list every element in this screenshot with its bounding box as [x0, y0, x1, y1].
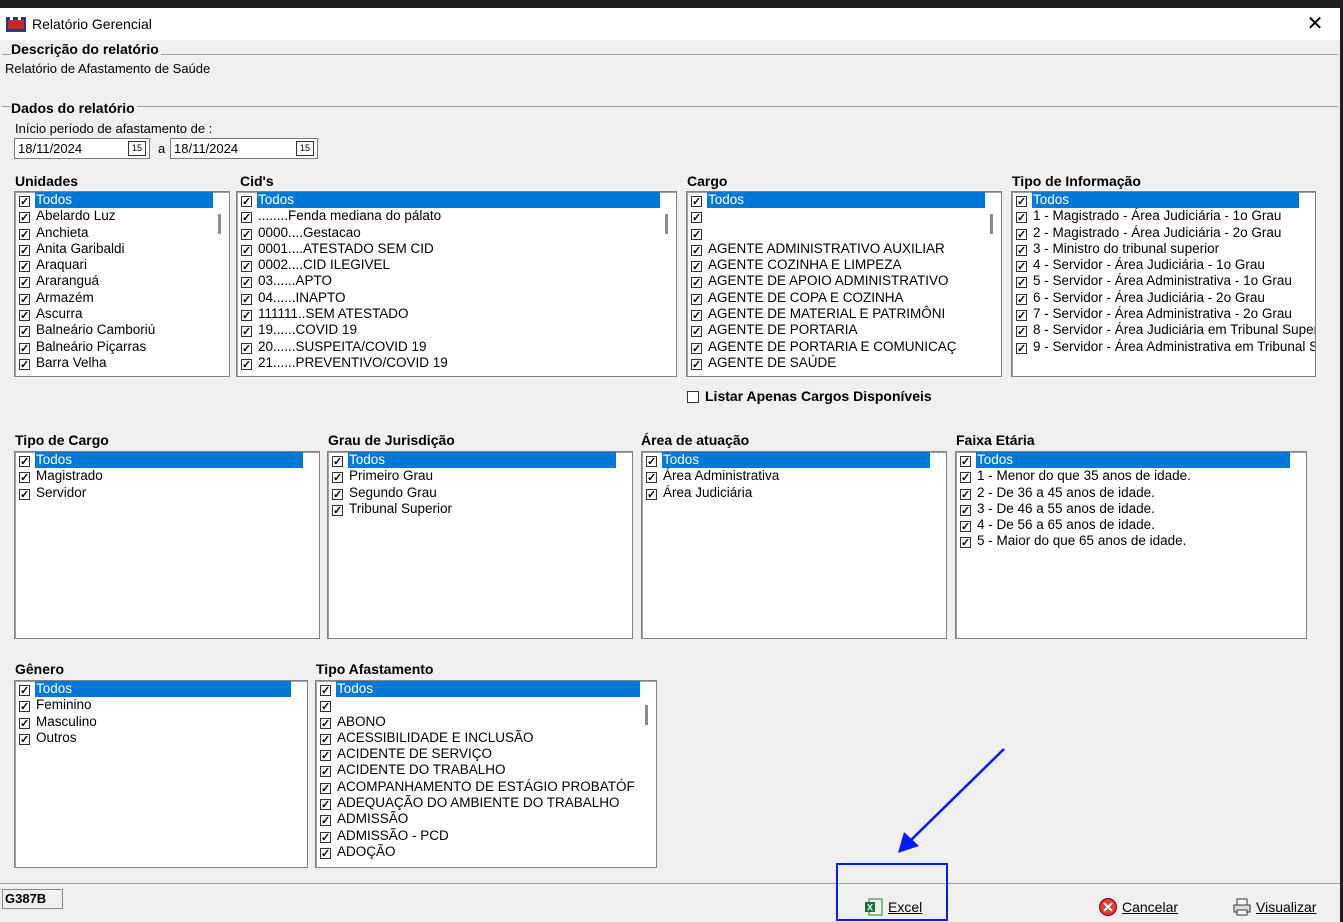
- annotation-arrow: [898, 748, 1005, 853]
